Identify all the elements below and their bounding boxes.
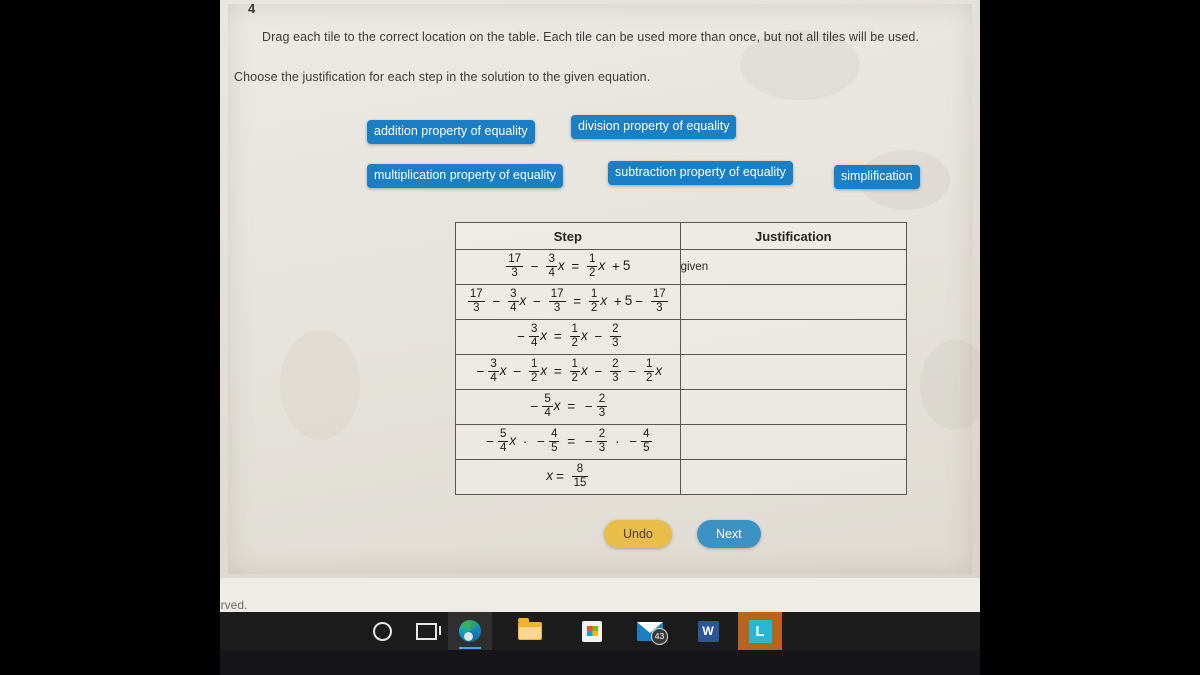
tile-multiplication-property-of-equality[interactable]: multiplication property of equality (367, 164, 564, 188)
tile-subtraction-property-of-equality[interactable]: subtraction property of equality (608, 161, 793, 185)
step-equation-3: −3 4 x = 12x − 23 (455, 319, 681, 355)
table-header-row: Step Justification (455, 222, 908, 250)
tile-simplification[interactable]: simplification (834, 165, 920, 189)
task-view-glyph-icon (415, 622, 441, 640)
table-row: x = 8 15 (455, 459, 908, 495)
step-equation-5: −5 4 x = −2 3 (455, 389, 681, 425)
folder-icon (518, 618, 542, 640)
table-row: 17 3 − 34x = 12x +5 given (455, 249, 908, 285)
edge-browser-icon[interactable] (448, 612, 492, 650)
page-number: 4 (248, 1, 256, 16)
tile-division-property-of-equality[interactable]: division property of equality (571, 115, 737, 139)
step-equation-1: 17 3 − 34x = 12x +5 (455, 249, 681, 285)
word-icon[interactable]: W (686, 612, 730, 650)
justification-drop-zone-3[interactable] (679, 319, 908, 355)
steps-table: Step Justification 17 3 − 34x = 12x +5 g… (455, 222, 908, 495)
footer-copyright-text: erved. (220, 598, 248, 612)
table-row: −3 4 x = 12x − 23 (455, 319, 908, 355)
step-equation-6: −5 4 x · −4 5 = −2 3 · −4 5 (455, 424, 681, 460)
cortana-icon[interactable] (360, 612, 404, 650)
justification-drop-zone-1[interactable]: given (679, 249, 908, 285)
table-row: −3 4 x − 12x = 12x − 23 − 12x (455, 354, 908, 390)
edge-logo-icon (459, 620, 481, 642)
l-app-icon[interactable]: L (738, 612, 782, 650)
worksheet-page-surface: 4 Drag each tile to the correct location… (220, 0, 980, 618)
step-equation-7: x = 8 15 (455, 459, 681, 495)
table-row: 17 3 − 34x − 17 3 = 12x +5− 17 3 (455, 284, 908, 320)
justification-drop-zone-4[interactable] (679, 354, 908, 390)
cortana-circle-icon (372, 621, 392, 641)
windows-taskbar: 43 W L (220, 612, 980, 650)
mail-unread-badge: 43 (651, 627, 668, 645)
table-row: −5 4 x · −4 5 = −2 3 · −4 5 (455, 424, 908, 460)
justification-drop-zone-6[interactable] (679, 424, 908, 460)
step-equation-4: −3 4 x − 12x = 12x − 23 − 12x (455, 354, 681, 390)
next-button[interactable]: Next (697, 520, 761, 548)
header-justification: Justification (679, 222, 908, 250)
task-view-icon[interactable] (404, 612, 448, 650)
table-row: −5 4 x = −2 3 (455, 389, 908, 425)
edge-active-indicator (459, 647, 481, 649)
justification-drop-zone-2[interactable] (679, 284, 908, 320)
justification-drop-zone-7[interactable] (679, 459, 908, 495)
header-step: Step (455, 222, 681, 250)
mail-envelope-icon: 43 (637, 621, 668, 645)
word-logo-icon: W (697, 620, 719, 642)
photographed-laptop-screen: 4 Drag each tile to the correct location… (220, 0, 980, 675)
undo-button[interactable]: Undo (604, 520, 672, 548)
tile-addition-property-of-equality[interactable]: addition property of equality (367, 120, 535, 144)
step-equation-2: 17 3 − 34x − 17 3 = 12x +5− 17 3 (455, 284, 681, 320)
justification-drop-zone-5[interactable] (679, 389, 908, 425)
screenshot-root: 4 Drag each tile to the correct location… (0, 0, 1200, 675)
store-bag-icon (582, 620, 602, 642)
mail-icon[interactable]: 43 (628, 612, 672, 650)
microsoft-store-icon[interactable] (570, 612, 614, 650)
instruction-line-2: Choose the justification for each step i… (234, 70, 651, 84)
l-app-logo-icon: L (748, 619, 772, 643)
file-explorer-icon[interactable] (508, 612, 552, 650)
instruction-line-1: Drag each tile to the correct location o… (262, 30, 920, 44)
laptop-bottom-bezel (220, 650, 980, 675)
